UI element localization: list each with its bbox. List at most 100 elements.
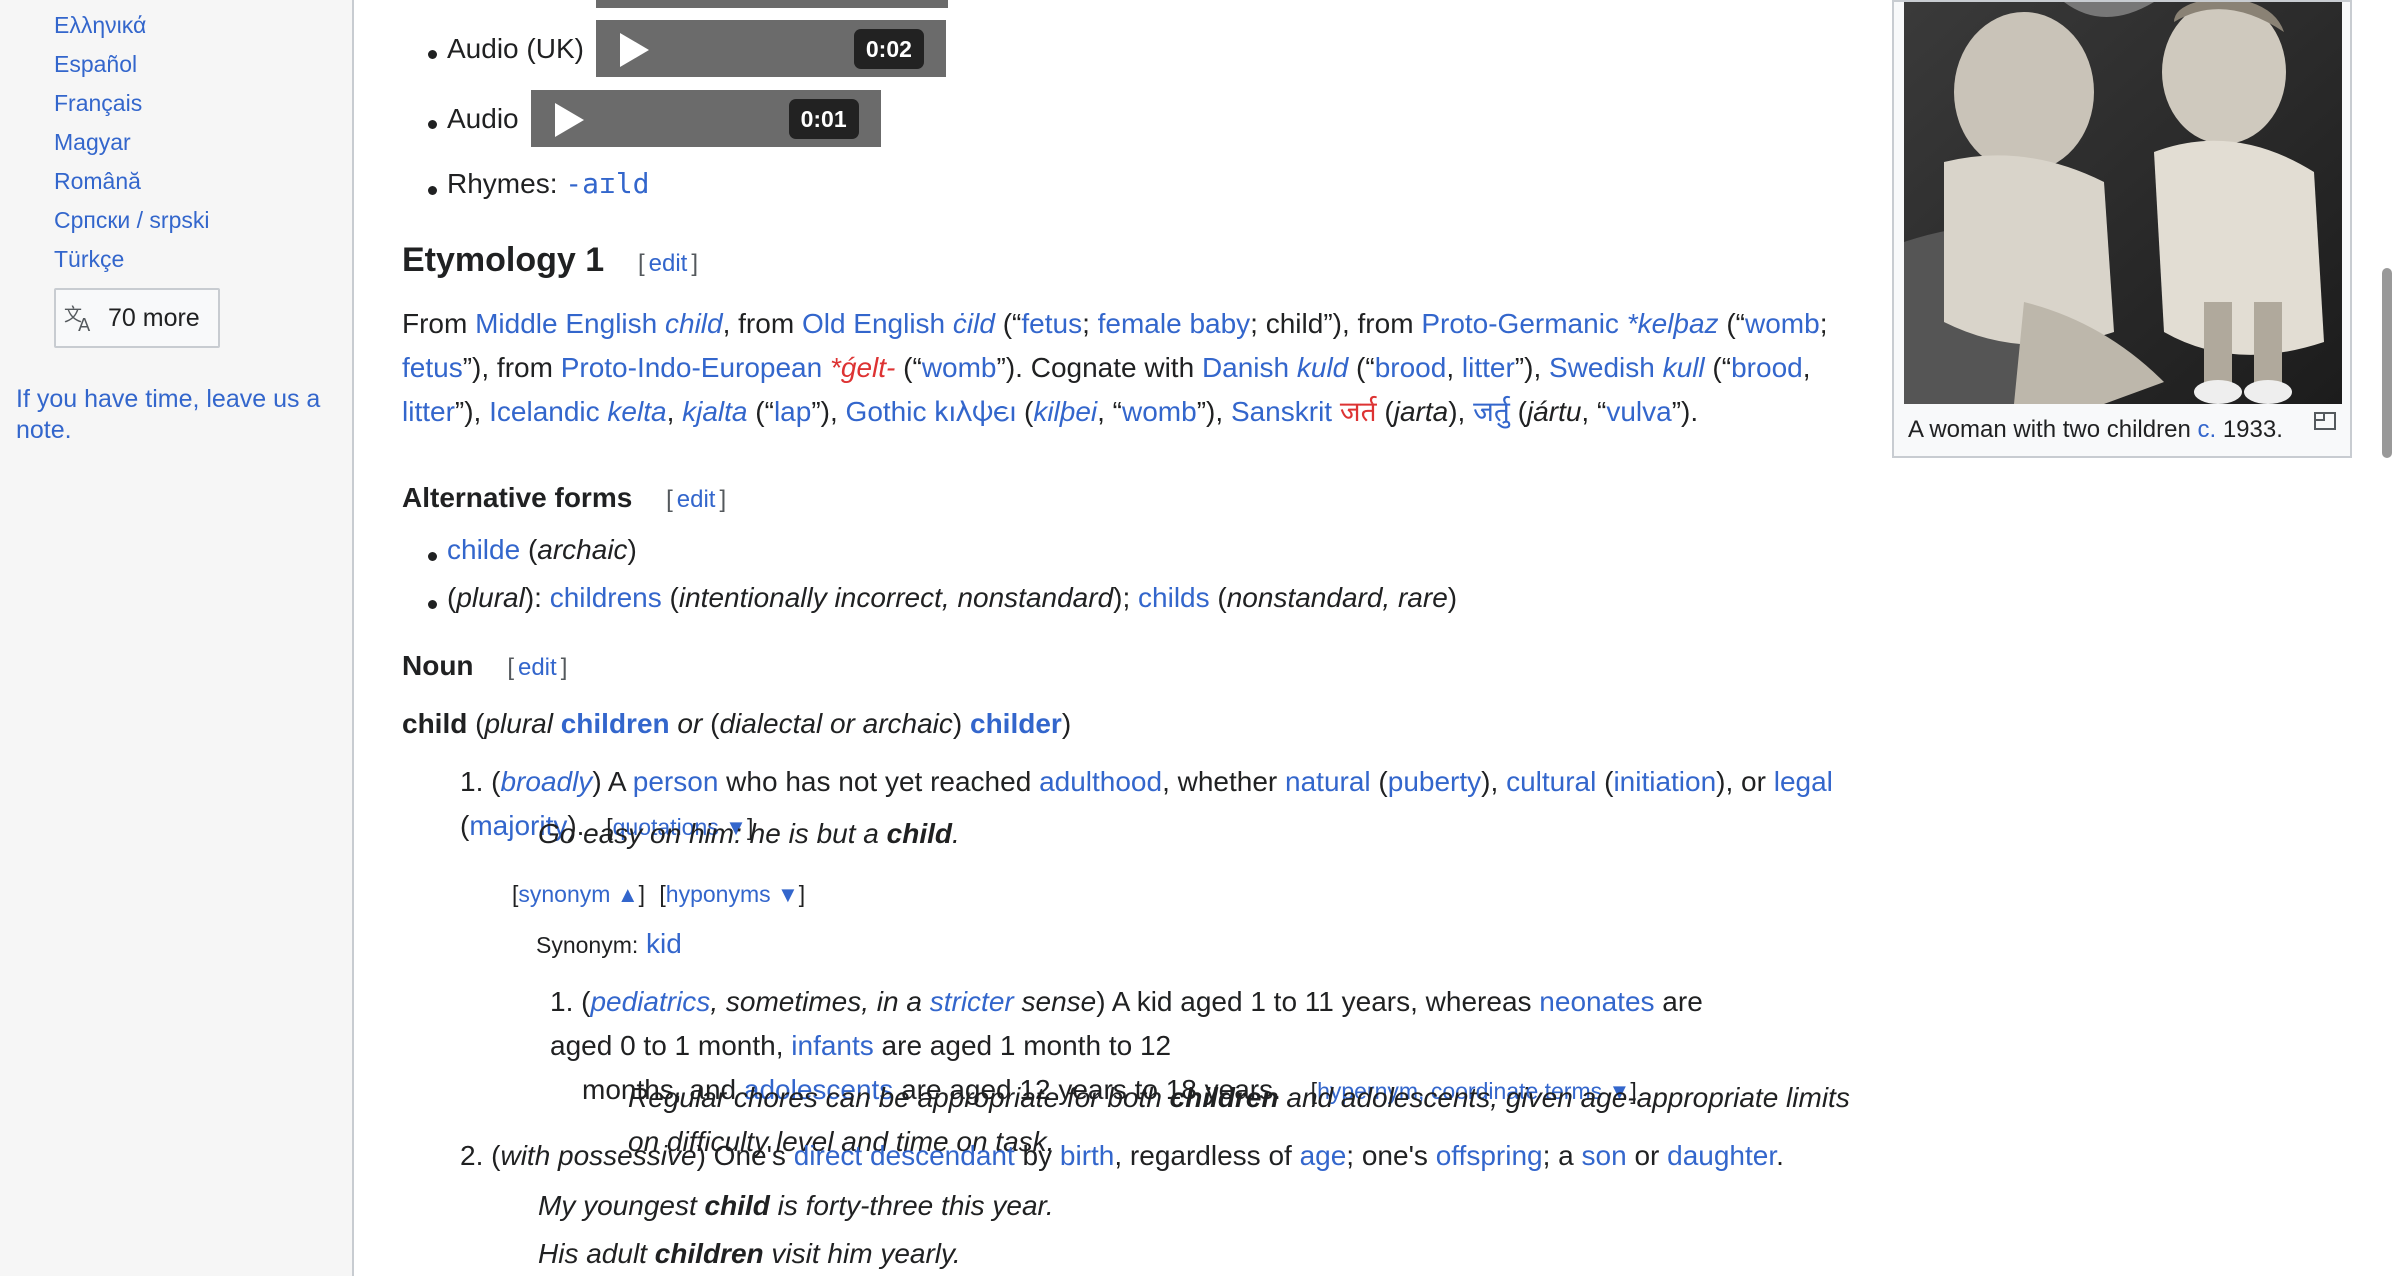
link[interactable]: stricter	[930, 986, 1014, 1017]
red-link[interactable]: जर्त	[1340, 396, 1377, 427]
link[interactable]: childrens	[550, 582, 662, 613]
leave-note-link[interactable]: If you have time, leave us a note.	[16, 384, 336, 446]
more-languages-button[interactable]: 文 A 70 more	[54, 288, 220, 348]
link[interactable]: neonates	[1539, 986, 1654, 1017]
link[interactable]: 𐌺𐌹𐌻𐌸𐌴𐌹	[934, 396, 1016, 427]
language-link-label[interactable]: Српски / srpski	[54, 207, 210, 233]
language-link-french[interactable]: Français	[54, 88, 210, 127]
link[interactable]: cultural	[1506, 766, 1596, 797]
link[interactable]: offspring	[1436, 1140, 1543, 1171]
language-link-label[interactable]: Magyar	[54, 129, 131, 155]
link[interactable]: fetus	[1021, 308, 1082, 339]
link[interactable]: initiation	[1613, 766, 1716, 797]
noun-heading-row: Noun [edit]	[402, 644, 567, 690]
link[interactable]: lap	[774, 396, 811, 427]
link[interactable]: brood	[1731, 352, 1803, 383]
link[interactable]: childer	[970, 708, 1062, 739]
triangle-down-icon: ▼	[777, 882, 799, 907]
edit-link[interactable]: edit	[518, 654, 557, 681]
link[interactable]: legal	[1774, 766, 1833, 797]
language-link-label[interactable]: Türkçe	[54, 246, 124, 272]
edit-link[interactable]: edit	[649, 250, 688, 277]
link[interactable]: birth	[1060, 1140, 1114, 1171]
link[interactable]: childs	[1138, 582, 1210, 613]
link[interactable]: natural	[1285, 766, 1371, 797]
audio-duration: 0:01	[788, 99, 859, 139]
language-link-label[interactable]: Română	[54, 168, 141, 194]
rhymes-link[interactable]: -aɪld	[565, 162, 649, 206]
language-link-turkish[interactable]: Türkçe	[54, 244, 210, 283]
link[interactable]: Swedish	[1549, 352, 1655, 383]
alt-form-item: (plural): childrens (intentionally incor…	[428, 576, 1457, 620]
link[interactable]: female baby	[1098, 308, 1251, 339]
audio-player[interactable]: 0:01	[530, 90, 881, 147]
link[interactable]: Icelandic	[489, 396, 600, 427]
link[interactable]: pediatrics	[590, 986, 710, 1017]
link[interactable]: Middle English	[475, 308, 657, 339]
link[interactable]: litter	[1462, 352, 1515, 383]
link[interactable]: ċild	[953, 308, 995, 339]
link[interactable]: children	[561, 708, 670, 739]
language-link-spanish[interactable]: Español	[54, 49, 210, 88]
photo-woman-with-children[interactable]	[1904, 2, 2342, 404]
link[interactable]: adulthood	[1039, 766, 1162, 797]
language-link-romanian[interactable]: Română	[54, 166, 210, 205]
link[interactable]: जर्तु	[1473, 396, 1510, 427]
language-link-label[interactable]: Français	[54, 90, 142, 116]
link[interactable]: Old English	[802, 308, 945, 339]
language-link-label[interactable]: Español	[54, 51, 137, 77]
edit-link[interactable]: edit	[677, 486, 716, 513]
link[interactable]: direct descendant	[794, 1140, 1015, 1171]
language-link-hungarian[interactable]: Magyar	[54, 127, 210, 166]
play-icon[interactable]	[619, 33, 649, 67]
link[interactable]: child	[665, 308, 723, 339]
audio-uk-player[interactable]: 0:02	[595, 20, 946, 77]
link[interactable]: Danish	[1202, 352, 1289, 383]
link[interactable]: brood	[1375, 352, 1447, 383]
link[interactable]: Gothic	[846, 396, 927, 427]
link[interactable]: puberty	[1388, 766, 1481, 797]
link[interactable]: broadly	[500, 766, 592, 797]
synonym-toggle[interactable]: [synonym ▲]	[512, 881, 645, 907]
link[interactable]: fetus	[402, 352, 463, 383]
link[interactable]: *kelþaz	[1627, 308, 1719, 339]
edit-section: [edit]	[507, 654, 568, 681]
hyponyms-toggle[interactable]: [hyponyms ▼]	[659, 881, 805, 907]
usage-example: Go easy on him: he is but a child.	[538, 818, 960, 849]
audio-uk-label: Audio (UK)	[447, 32, 584, 64]
play-icon[interactable]	[554, 103, 584, 137]
link[interactable]: vulva	[1606, 396, 1671, 427]
link[interactable]: kelta	[607, 396, 666, 427]
link[interactable]: age	[1300, 1140, 1347, 1171]
language-link-serbian[interactable]: Српски / srpski	[54, 205, 210, 244]
link[interactable]: Sanskrit	[1231, 396, 1332, 427]
link[interactable]: kuld	[1297, 352, 1348, 383]
link[interactable]: kjalta	[682, 396, 747, 427]
link[interactable]: womb	[1122, 396, 1197, 427]
bullet	[428, 185, 437, 195]
language-link-greek[interactable]: Ελληνικά	[54, 10, 210, 49]
synonym-link[interactable]: kid	[646, 928, 682, 959]
scrollbar-thumb[interactable]	[2382, 268, 2392, 458]
enlarge-icon[interactable]	[2314, 412, 2336, 430]
link[interactable]: litter	[402, 396, 455, 427]
audio-item: Audio 0:01	[428, 90, 881, 147]
link[interactable]: Proto-Germanic	[1421, 308, 1619, 339]
language-link-label[interactable]: Ελληνικά	[54, 12, 146, 38]
link[interactable]: childe	[447, 534, 520, 565]
link[interactable]: kilþei	[1033, 396, 1097, 427]
circa-link[interactable]: c.	[2197, 416, 2216, 443]
link[interactable]: son	[1582, 1140, 1627, 1171]
alt-forms-heading: Alternative forms	[402, 482, 633, 513]
link[interactable]: daughter	[1667, 1140, 1776, 1171]
translate-icon: 文 A	[64, 305, 91, 333]
link[interactable]: person	[633, 766, 719, 797]
link[interactable]: womb	[1745, 308, 1820, 339]
red-link[interactable]: *ǵelt-	[830, 352, 895, 383]
link[interactable]: Proto-Indo-European	[561, 352, 823, 383]
link[interactable]: kull	[1663, 352, 1705, 383]
edit-section: [edit]	[637, 250, 698, 277]
link[interactable]: infants	[791, 1030, 874, 1061]
link[interactable]: womb	[922, 352, 997, 383]
usage-example: My youngest child is forty-three this ye…	[538, 1190, 1054, 1221]
